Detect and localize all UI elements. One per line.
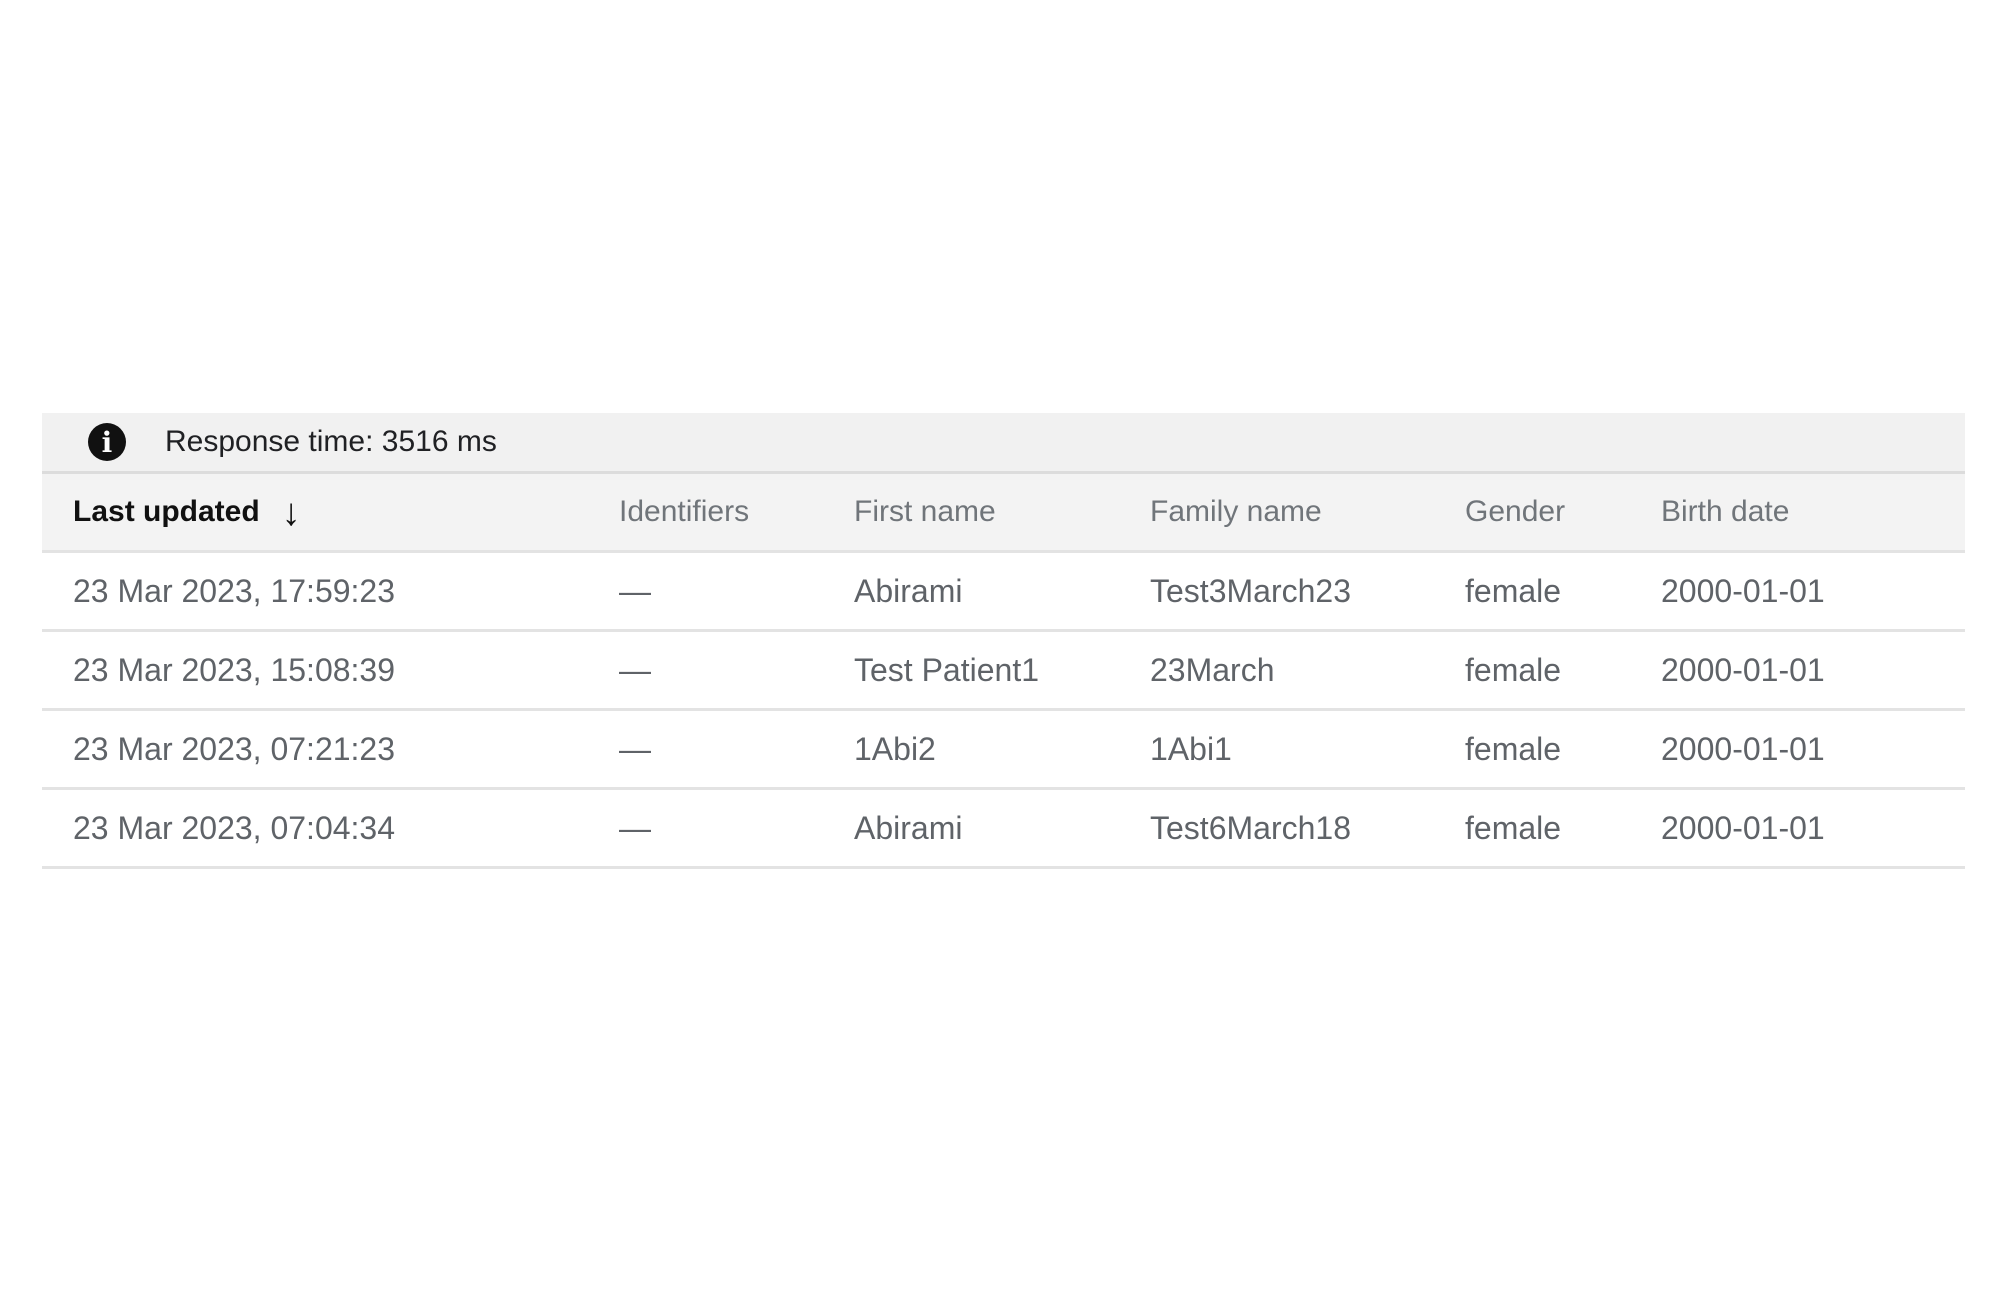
cell-birth-date: 2000-01-01: [1661, 731, 1825, 767]
cell-identifiers: —: [619, 731, 651, 767]
column-header-family-name[interactable]: Family name: [1150, 474, 1322, 550]
info-icon: i: [88, 423, 126, 461]
column-header-gender[interactable]: Gender: [1465, 474, 1565, 550]
cell-gender: female: [1465, 652, 1562, 688]
cell-birth-date: 2000-01-01: [1661, 810, 1825, 846]
table-row[interactable]: 23 Mar 2023, 07:04:34 — Abirami Test6March1…: [42, 790, 1965, 869]
table-header: Last updated ↓ Identifiers First name Fam…: [42, 474, 1965, 553]
results-panel: i Response time: 3516 ms Last updated ↓ I…: [42, 413, 1965, 897]
table-row[interactable]: 23 Mar 2023, 17:59:23 — Abirami Test3March2…: [42, 553, 1965, 632]
cell-gender: female: [1465, 731, 1562, 767]
arrow-down-icon[interactable]: ↓: [282, 475, 301, 551]
cell-first-name: Abirami: [854, 810, 963, 846]
cell-family-name: Test3March23: [1150, 573, 1351, 609]
column-header-birth-date[interactable]: Birth date: [1661, 474, 1789, 550]
cell-first-name: Test Patient1: [854, 652, 1039, 688]
cell-identifiers: —: [619, 810, 651, 846]
column-header-first-name[interactable]: First name: [854, 474, 996, 550]
response-time-banner: i Response time: 3516 ms: [42, 413, 1965, 474]
cell-gender: female: [1465, 573, 1562, 609]
cell-last-updated: 23 Mar 2023, 15:08:39: [73, 652, 396, 688]
cell-family-name: 23March: [1150, 652, 1275, 688]
column-header-last-updated[interactable]: Last updated ↓: [73, 474, 301, 550]
cell-last-updated: 23 Mar 2023, 07:21:23: [73, 731, 396, 767]
cell-first-name: Abirami: [854, 573, 963, 609]
column-header-identifiers[interactable]: Identifiers: [619, 474, 749, 550]
cell-family-name: Test6March18: [1150, 810, 1351, 846]
cell-last-updated: 23 Mar 2023, 17:59:23: [73, 573, 396, 609]
cell-birth-date: 2000-01-01: [1661, 573, 1825, 609]
cell-identifiers: —: [619, 573, 651, 609]
response-time-text: Response time: 3516 ms: [165, 425, 497, 458]
column-label: Last updated: [73, 495, 260, 528]
cell-identifiers: —: [619, 652, 651, 688]
table-row[interactable]: 23 Mar 2023, 07:21:23 — 1Abi2 1Abi1 female 20…: [42, 711, 1965, 790]
cell-family-name: 1Abi1: [1150, 731, 1232, 767]
cell-last-updated: 23 Mar 2023, 07:04:34: [73, 810, 396, 846]
cell-gender: female: [1465, 810, 1562, 846]
cell-first-name: 1Abi2: [854, 731, 936, 767]
cell-birth-date: 2000-01-01: [1661, 652, 1825, 688]
table-row[interactable]: 23 Mar 2023, 15:08:39 — Test Patient1 23Mar…: [42, 632, 1965, 711]
